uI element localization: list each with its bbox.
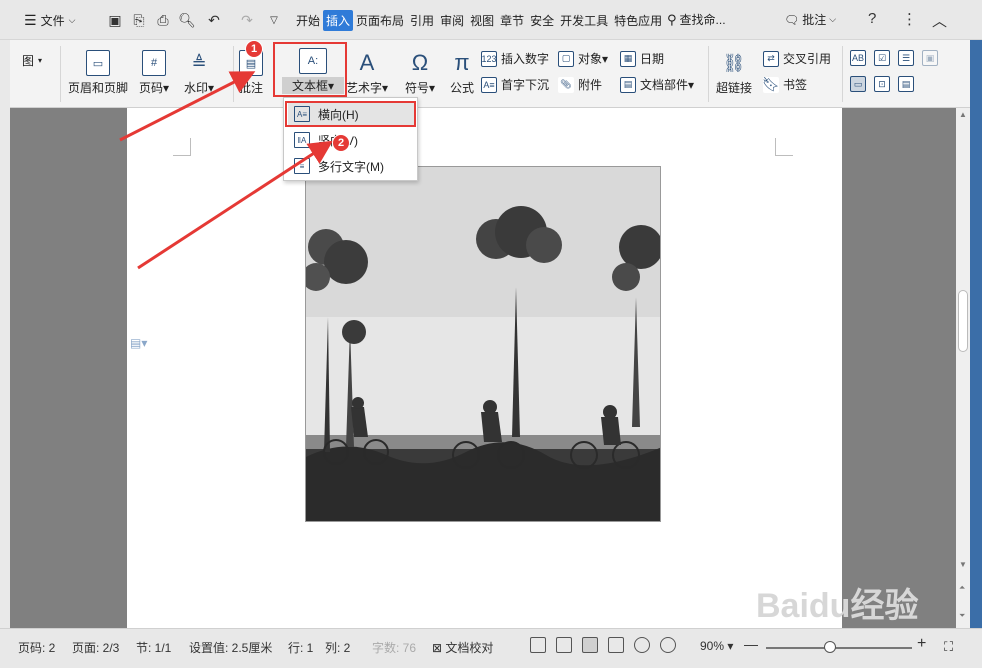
baidu-watermark: Baidu经验 bbox=[756, 578, 918, 627]
scroll-thumb[interactable] bbox=[958, 290, 968, 352]
status-section[interactable]: 节: 1/1 bbox=[136, 639, 171, 656]
reading-mode-icon[interactable] bbox=[556, 637, 572, 653]
annotation-arrows bbox=[119, 71, 334, 270]
page-view-icon[interactable] bbox=[582, 637, 598, 653]
zoom-in-icon[interactable]: + bbox=[917, 635, 926, 653]
zoom-slider-track[interactable] bbox=[766, 647, 912, 649]
scroll-up-icon[interactable]: ▲ bbox=[959, 110, 967, 119]
eye-protection-icon[interactable] bbox=[660, 637, 676, 653]
vertical-scrollbar[interactable]: ▲ ▼ ⏶ ⏷ bbox=[956, 108, 970, 628]
zoom-out-icon[interactable]: — bbox=[744, 636, 758, 652]
status-pages[interactable]: 页面: 2/3 bbox=[72, 639, 119, 656]
web-view-icon[interactable] bbox=[634, 637, 650, 653]
status-col[interactable]: 列: 2 bbox=[325, 639, 350, 656]
step-badge-2: 2 bbox=[332, 134, 350, 152]
arrow-to-horizontal bbox=[137, 140, 334, 270]
watermark-label: Baidu经验 bbox=[756, 587, 919, 625]
step-badge-1: 1 bbox=[245, 40, 263, 58]
scroll-down-icon[interactable]: ▼ bbox=[959, 560, 967, 569]
status-words[interactable]: 字数: 76 bbox=[372, 639, 416, 656]
fit-page-icon[interactable]: ⛶ bbox=[944, 639, 953, 655]
fullscreen-icon[interactable] bbox=[530, 637, 546, 653]
zoom-level[interactable]: 90% ▾ bbox=[700, 639, 733, 653]
prev-page-icon[interactable]: ⏶ bbox=[959, 583, 965, 593]
proofread-icon: ⊠ bbox=[432, 641, 443, 655]
arrow-to-textbox bbox=[119, 71, 256, 142]
status-bar: 页码: 2 页面: 2/3 节: 1/1 设置值: 2.5厘米 行: 1 列: … bbox=[0, 628, 982, 668]
status-setting[interactable]: 设置值: 2.5厘米 bbox=[189, 639, 272, 656]
proofread-label: 文档校对 bbox=[445, 641, 494, 655]
zoom-slider-thumb[interactable] bbox=[824, 641, 836, 653]
status-page-number[interactable]: 页码: 2 bbox=[18, 639, 55, 656]
outline-view-icon[interactable] bbox=[608, 637, 624, 653]
status-row[interactable]: 行: 1 bbox=[288, 639, 313, 656]
next-page-icon[interactable]: ⏷ bbox=[959, 611, 965, 621]
proofread-button[interactable]: ⊠ 文档校对 bbox=[432, 639, 493, 656]
